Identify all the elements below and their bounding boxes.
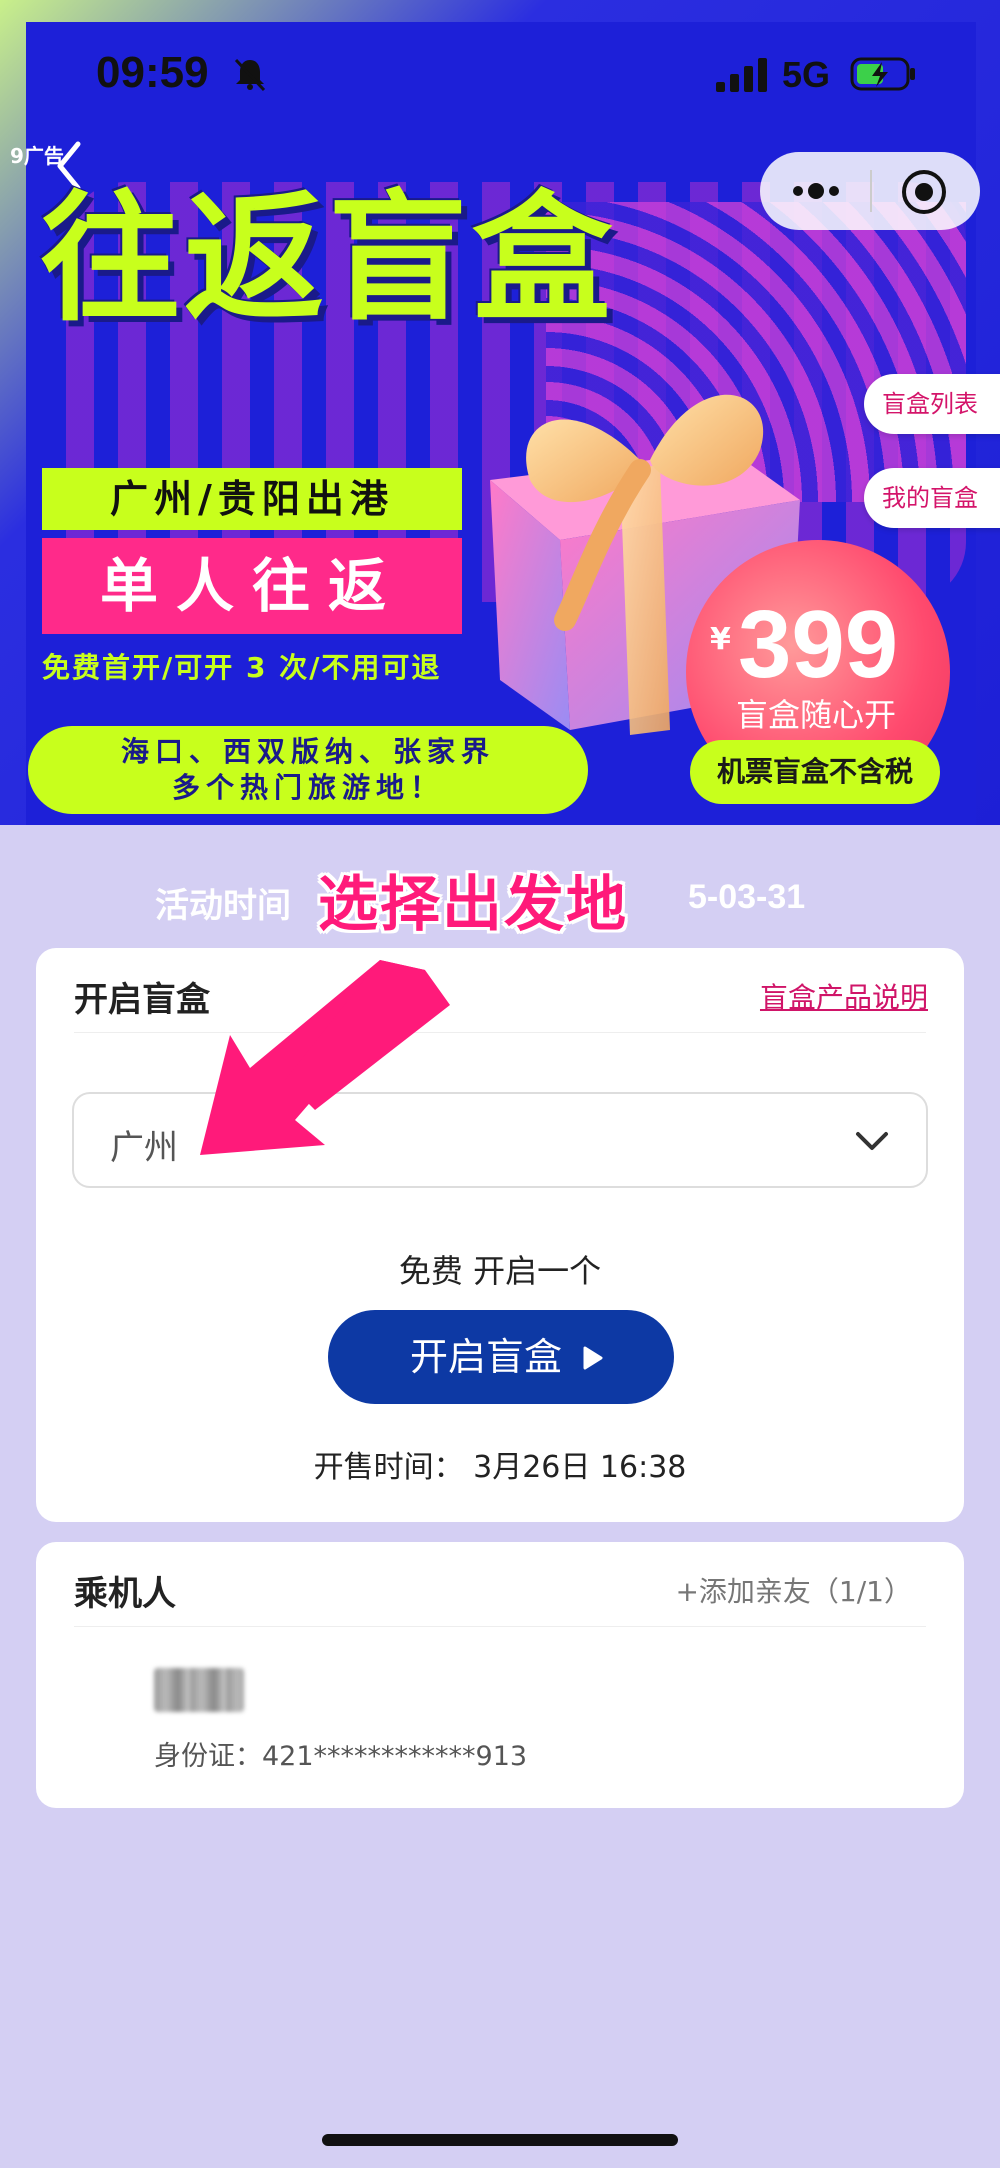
capsule-divider <box>870 170 872 212</box>
price-currency: ¥ <box>710 622 731 657</box>
bell-muted-icon <box>234 58 266 92</box>
price-value: 399 <box>738 591 899 698</box>
close-target-icon[interactable] <box>898 166 950 218</box>
sale-time: 开售时间： 3月26日 16:38 <box>313 1450 687 1485</box>
activity-time-label: 活动时间 <box>155 886 291 926</box>
activity-end-date: 5-03-31 <box>688 878 806 916</box>
signal-icon <box>716 58 767 92</box>
departure-city-value: 广州 <box>110 1128 178 1168</box>
price-subtitle: 盲盒随心开 <box>735 696 896 734</box>
home-indicator <box>322 2134 678 2146</box>
passenger-id-number: 身份证：421************913 <box>154 1741 528 1772</box>
open-blind-box-button[interactable]: 开启盲盒 <box>328 1310 674 1404</box>
open-button-label: 开启盲盒 <box>409 1335 562 1379</box>
play-icon <box>583 1346 603 1370</box>
banner-headline: 往返盲盒 <box>40 178 617 341</box>
banner-perks: 免费首开/可开 3 次/不用可退 <box>42 651 442 684</box>
tax-note: 机票盲盒不含税 <box>690 740 940 804</box>
banner-route: 广州/贵阳出港 <box>42 468 462 530</box>
my-blind-box-button[interactable]: 我的盲盒 <box>864 468 1000 528</box>
select-departure-hint: 选择出发地 <box>318 870 628 940</box>
destinations-line2: 多个热门旅游地！ <box>171 771 444 804</box>
open-box-title: 开启盲盒 <box>74 980 210 1020</box>
open-box-card: 开启盲盒 盲盒产品说明 广州 免费 开启一个 开启盲盒 开售时间： 3月26日 … <box>36 948 964 1522</box>
card-divider <box>74 1626 926 1627</box>
status-time: 09:59 <box>96 48 209 97</box>
more-icon[interactable] <box>786 170 846 212</box>
passenger-title: 乘机人 <box>74 1574 176 1614</box>
promo-banner: 09:59 5G 9广告 往返盲盒 广州/贵阳出港 单人往返 免费首开/可开 3… <box>0 0 1000 825</box>
battery-charging-icon <box>850 57 915 91</box>
network-label: 5G <box>782 54 831 95</box>
free-open-label: 免费 开启一个 <box>398 1252 602 1290</box>
add-friend-link[interactable]: +添加亲友（1/1） <box>675 1570 912 1610</box>
banner-trip-type: 单人往返 <box>42 538 462 634</box>
pointer-arrow-icon <box>200 960 450 1155</box>
passenger-card: 乘机人 +添加亲友（1/1） 身份证：421************913 <box>36 1542 964 1808</box>
mini-program-capsule <box>760 152 980 230</box>
blind-box-list-button[interactable]: 盲盒列表 <box>864 374 1000 434</box>
passenger-name-blurred <box>154 1668 244 1712</box>
chevron-down-icon <box>856 1132 888 1150</box>
product-info-link[interactable]: 盲盒产品说明 <box>760 976 928 1016</box>
status-bar: 09:59 5G <box>0 40 1000 110</box>
